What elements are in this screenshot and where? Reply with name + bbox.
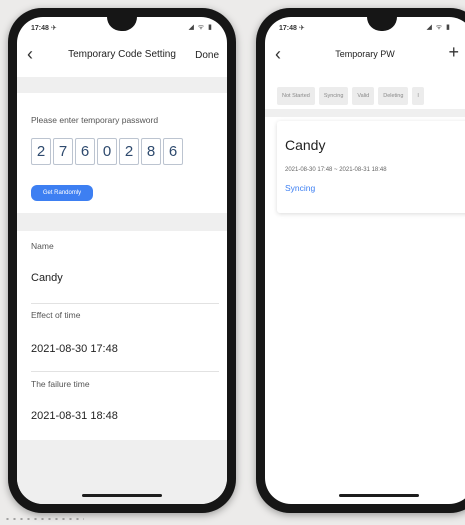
failure-time-label: The failure time xyxy=(31,379,90,389)
right-phone: 17:48 ✈ ◢ ᯤ ▮ ‹ Temporary PW + Not Start… xyxy=(256,8,465,513)
code-digit-4[interactable]: 0 xyxy=(97,138,117,165)
add-icon[interactable]: + xyxy=(448,43,459,61)
code-digit-6[interactable]: 8 xyxy=(141,138,161,165)
left-phone: 17:48 ✈ ◢ ᯤ ▮ ‹ Temporary Code Setting D… xyxy=(8,8,236,513)
field-divider xyxy=(31,371,219,372)
code-digit-2[interactable]: 7 xyxy=(53,138,73,165)
code-digit-7[interactable]: 6 xyxy=(163,138,183,165)
card-name: Candy xyxy=(285,137,326,153)
status-time: 17:48 ✈ xyxy=(31,25,57,32)
home-indicator xyxy=(82,494,162,497)
home-indicator xyxy=(339,494,419,497)
section-divider xyxy=(17,77,227,93)
status-time: 17:48 ✈ xyxy=(279,25,305,32)
right-phone-screen: 17:48 ✈ ◢ ᯤ ▮ ‹ Temporary PW + Not Start… xyxy=(265,17,465,504)
name-field[interactable]: Candy xyxy=(31,272,63,284)
tab-valid[interactable]: Valid xyxy=(352,87,375,105)
status-bar: 17:48 ✈ ◢ ᯤ ▮ xyxy=(265,17,465,35)
tab-not-started[interactable]: Not Started xyxy=(277,87,315,105)
tab-deleting[interactable]: Deleting xyxy=(378,87,409,105)
left-phone-screen: 17:48 ✈ ◢ ᯤ ▮ ‹ Temporary Code Setting D… xyxy=(17,17,227,504)
code-digit-1[interactable]: 2 xyxy=(31,138,51,165)
code-digit-5[interactable]: 2 xyxy=(119,138,139,165)
code-digit-3[interactable]: 6 xyxy=(75,138,95,165)
password-prompt: Please enter temporary password xyxy=(31,115,159,125)
section-divider xyxy=(17,213,227,231)
effect-time-label: Effect of time xyxy=(31,310,81,320)
effect-time-field[interactable]: 2021-08-30 17:48 xyxy=(31,343,118,355)
code-input-row[interactable]: 2 7 6 0 2 8 6 xyxy=(31,138,183,165)
status-icons: ◢ ᯤ ▮ xyxy=(426,24,451,31)
failure-time-field[interactable]: 2021-08-31 18:48 xyxy=(31,410,118,422)
card-time-range: 2021-08-30 17:48 ~ 2021-08-31 18:48 xyxy=(285,167,387,173)
page-title: Temporary PW xyxy=(335,49,395,59)
get-randomly-button[interactable]: Get Randomly xyxy=(31,185,93,201)
done-button[interactable]: Done xyxy=(195,50,219,61)
tab-more[interactable]: I xyxy=(412,87,424,105)
name-label: Name xyxy=(31,241,54,251)
nav-bar: ‹ Temporary PW + xyxy=(265,39,465,71)
status-tabs: Not Started Syncing Valid Deleting I xyxy=(277,87,465,105)
nav-bar: ‹ Temporary Code Setting Done xyxy=(17,39,227,71)
status-icons: ◢ ᯤ ▮ xyxy=(188,24,213,31)
decorative-dots xyxy=(4,517,84,521)
list-background xyxy=(265,109,465,117)
card-status: Syncing xyxy=(285,183,316,193)
tab-syncing[interactable]: Syncing xyxy=(318,87,349,105)
password-card[interactable]: Candy 2021-08-30 17:48 ~ 2021-08-31 18:4… xyxy=(277,121,465,213)
field-divider xyxy=(31,303,219,304)
